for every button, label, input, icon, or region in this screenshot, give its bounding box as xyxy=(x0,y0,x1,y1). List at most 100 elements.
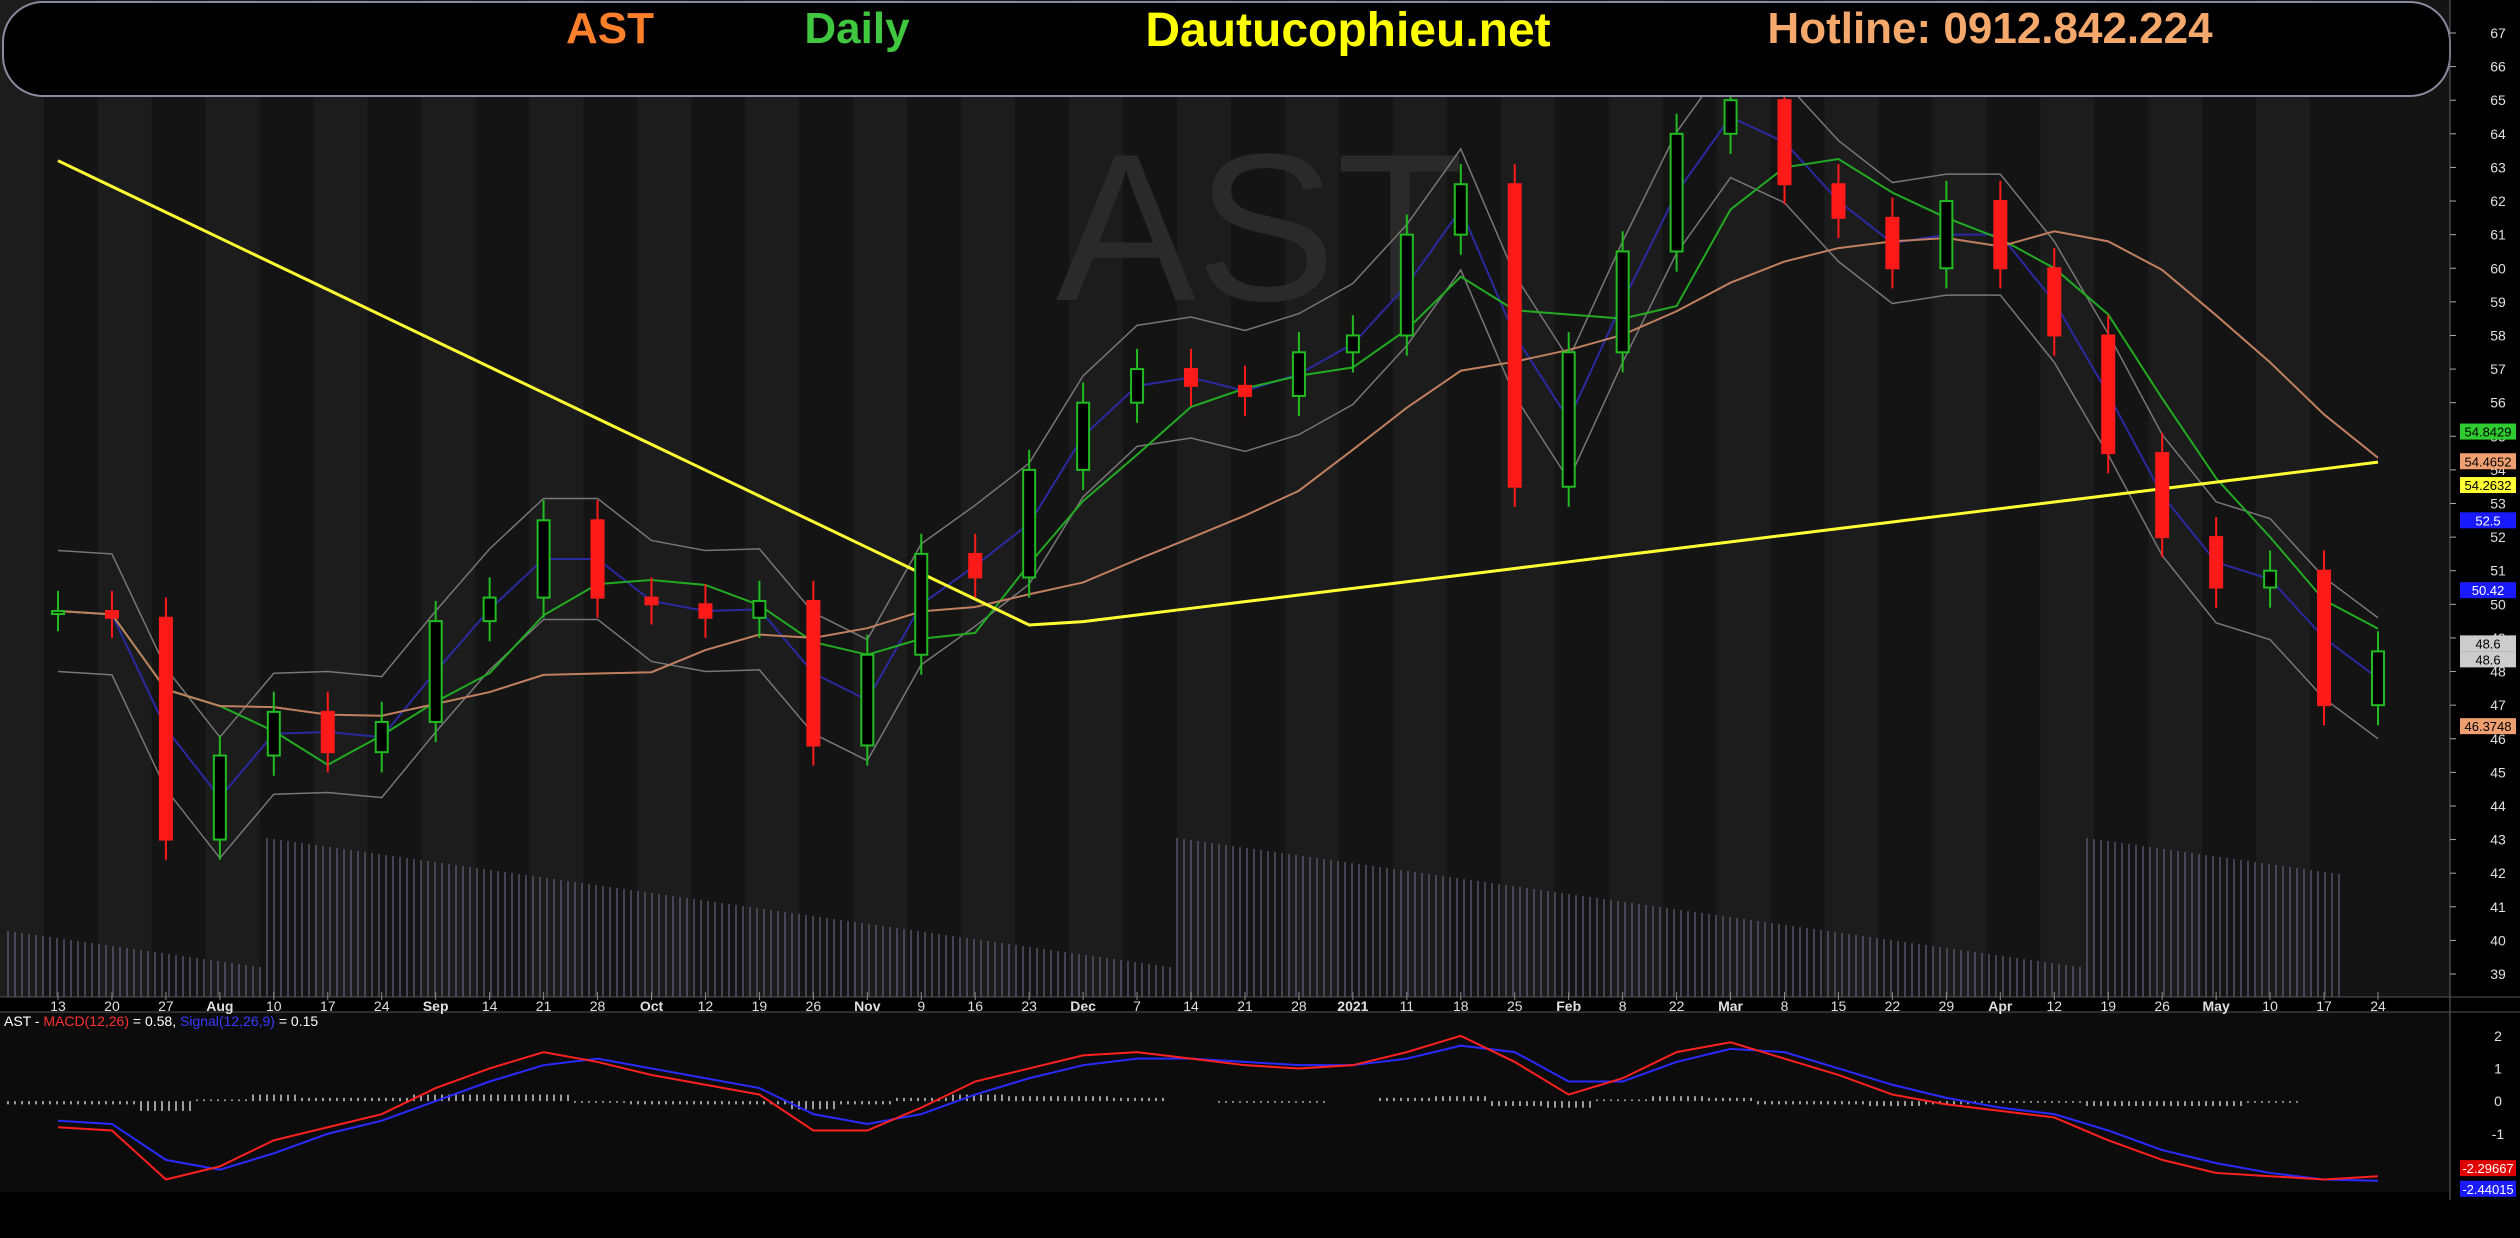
time-tick-label: 14 xyxy=(482,998,498,1014)
candle-body xyxy=(2317,569,2332,707)
time-tick-label: 19 xyxy=(2100,998,2116,1014)
candle-body xyxy=(374,720,389,754)
stripe xyxy=(961,0,1016,997)
candle-body xyxy=(1345,334,1360,354)
candle-body xyxy=(1669,132,1684,253)
symbol-label: AST xyxy=(566,4,654,53)
price-tick-label: 50 xyxy=(2490,596,2506,612)
time-tick-label: 9 xyxy=(917,998,925,1014)
stripe xyxy=(313,0,368,997)
time-tick-label: 28 xyxy=(1291,998,1307,1014)
time-tick-label: 24 xyxy=(374,998,390,1014)
price-tick-label: 45 xyxy=(2490,764,2506,780)
time-tick-label: 8 xyxy=(1781,998,1789,1014)
time-tick-label: 22 xyxy=(1885,998,1901,1014)
price-tick-label: 51 xyxy=(2490,563,2506,579)
time-tick-label: Nov xyxy=(854,998,881,1014)
candle-body xyxy=(1076,401,1091,471)
candle-body xyxy=(2263,569,2278,589)
time-tick-label: Sep xyxy=(423,998,449,1014)
time-tick-label: 10 xyxy=(2262,998,2278,1014)
candle-body xyxy=(51,610,65,616)
candle-body xyxy=(266,710,281,757)
price-badge-label: 54.2632 xyxy=(2465,478,2512,493)
stripe xyxy=(1824,0,1879,997)
stripe xyxy=(97,0,152,997)
price-tick-label: 53 xyxy=(2490,496,2506,512)
candle-body xyxy=(1022,468,1037,579)
stripe xyxy=(637,0,692,997)
price-tick-label: 62 xyxy=(2490,193,2506,209)
candle-body xyxy=(1184,368,1199,387)
candle-body xyxy=(914,552,929,656)
time-tick-label: 25 xyxy=(1507,998,1523,1014)
price-tick-label: 44 xyxy=(2490,798,2506,814)
time-tick-label: 21 xyxy=(1237,998,1253,1014)
candle-body xyxy=(158,616,173,841)
macd-tick-label: 1 xyxy=(2494,1060,2502,1076)
candle-body xyxy=(2101,334,2116,455)
stock-chart: AST AST Daily Dautucophieu.net Hotline: … xyxy=(0,0,2520,1238)
time-tick-label: 20 xyxy=(104,998,120,1014)
price-tick-label: 39 xyxy=(2490,966,2506,982)
price-tick-label: 61 xyxy=(2490,227,2506,243)
time-tick-label: 17 xyxy=(2316,998,2332,1014)
time-tick-label: 24 xyxy=(2370,998,2386,1014)
macd-tick-label: 2 xyxy=(2494,1028,2502,1044)
time-tick-label: 15 xyxy=(1831,998,1847,1014)
price-badge-label: 54.4652 xyxy=(2465,454,2512,469)
candle-body xyxy=(1291,351,1306,397)
price-tick-label: 66 xyxy=(2490,59,2506,75)
price-badge-label: 50.42 xyxy=(2472,583,2505,598)
macd-panel xyxy=(0,1012,2450,1192)
time-tick-label: 12 xyxy=(2046,998,2062,1014)
macd-badge-label: -2.44015 xyxy=(2462,1182,2513,1197)
candle-body xyxy=(806,599,821,747)
time-tick-label: Aug xyxy=(206,998,233,1014)
time-tick-label: Dec xyxy=(1070,998,1096,1014)
candle-body xyxy=(2371,650,2385,707)
site-label: Dautucophieu.net xyxy=(1145,4,1550,57)
candle-body xyxy=(1777,99,1792,186)
price-tick-label: 47 xyxy=(2490,697,2506,713)
time-tick-label: 28 xyxy=(590,998,606,1014)
time-tick-label: Mar xyxy=(1718,998,1743,1014)
candle-body xyxy=(1237,384,1252,397)
candle-body xyxy=(590,519,605,599)
time-tick-label: 21 xyxy=(536,998,552,1014)
time-tick-label: 11 xyxy=(1400,998,1415,1014)
candle-body xyxy=(698,603,713,619)
candle-body xyxy=(1399,233,1414,337)
stripe xyxy=(1608,0,1663,997)
time-tick-label: 27 xyxy=(158,998,174,1014)
time-tick-label: Oct xyxy=(640,998,664,1014)
candle-body xyxy=(860,653,875,747)
price-tick-label: 56 xyxy=(2490,395,2506,411)
time-tick-label: 29 xyxy=(1939,998,1955,1014)
stripe xyxy=(1716,0,1771,997)
price-badge-label: 48.6 xyxy=(2475,652,2500,667)
stripe xyxy=(2256,0,2310,997)
candle-body xyxy=(1615,250,1630,354)
time-tick-label: 18 xyxy=(1453,998,1469,1014)
candle-body xyxy=(536,519,551,599)
candle-body xyxy=(2209,536,2224,589)
time-tick-label: 13 xyxy=(50,998,66,1014)
price-tick-label: 57 xyxy=(2490,361,2506,377)
price-tick-label: 59 xyxy=(2490,294,2506,310)
stripe xyxy=(421,0,476,997)
price-badge-label: 52.5 xyxy=(2475,513,2500,528)
stripe xyxy=(205,0,260,997)
candle-body xyxy=(482,596,497,623)
time-tick-label: May xyxy=(2203,998,2230,1014)
candle-body xyxy=(1507,183,1522,488)
hotline-label: Hotline: 0912.842.224 xyxy=(1767,4,2213,53)
time-tick-label: 8 xyxy=(1619,998,1627,1014)
candle-body xyxy=(1130,368,1145,404)
price-tick-label: 52 xyxy=(2490,529,2506,545)
candle-body xyxy=(968,552,983,579)
candle-body xyxy=(1723,99,1738,135)
candle-body xyxy=(2155,452,2170,539)
candle-body xyxy=(1453,183,1468,236)
candle-body xyxy=(320,710,335,754)
